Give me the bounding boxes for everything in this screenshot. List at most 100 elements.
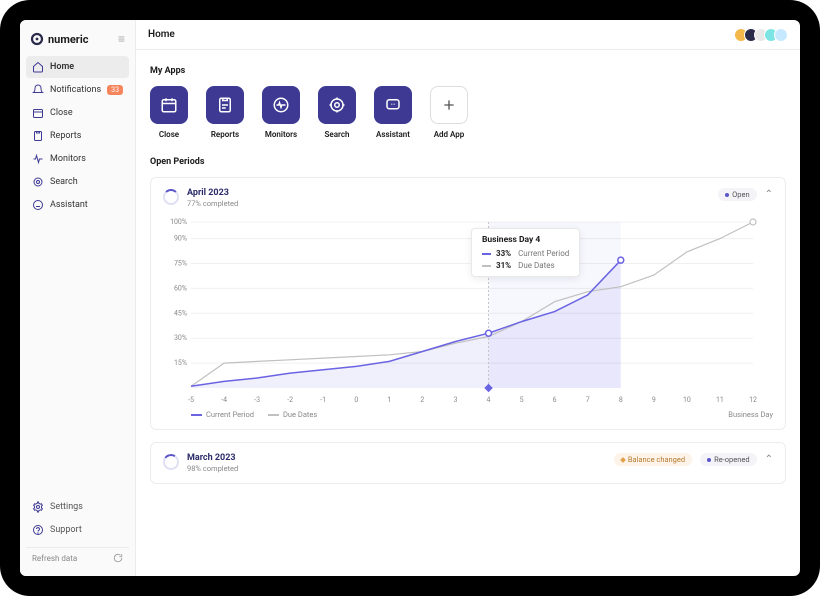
svg-text:90%: 90%	[174, 235, 187, 243]
clipboard-icon	[32, 130, 44, 142]
help-icon	[32, 524, 44, 536]
sidebar-item-label: Notifications	[50, 85, 101, 95]
pulse-icon	[262, 86, 300, 124]
nav-primary: Home Notifications 33 Close Reports	[26, 56, 129, 216]
status-pill-balance-changed: Balance changed	[614, 453, 692, 466]
cog-icon	[32, 501, 44, 513]
logo-mark	[30, 32, 44, 46]
app-label: Monitors	[265, 130, 297, 139]
sidebar-item-settings[interactable]: Settings	[26, 496, 129, 518]
tablet-frame: numeric ≡ Home Notifications 33 Close	[0, 0, 820, 596]
expand-icon[interactable]: ⌃	[765, 454, 773, 465]
svg-text:12: 12	[749, 396, 757, 404]
svg-text:7: 7	[586, 396, 590, 404]
period-title: March 2023	[187, 453, 238, 463]
app-monitors[interactable]: Monitors	[262, 86, 300, 139]
sidebar-item-label: Settings	[50, 502, 83, 512]
sidebar-item-search[interactable]: Search	[26, 171, 129, 193]
app-add[interactable]: Add App	[430, 86, 468, 139]
chart-legend: Current Period Due Dates Business Day	[163, 410, 773, 419]
chat-icon	[374, 86, 412, 124]
target-icon	[318, 86, 356, 124]
app-label: Reports	[211, 130, 239, 139]
svg-text:75%: 75%	[174, 260, 187, 268]
app-assistant[interactable]: Assistant	[374, 86, 412, 139]
sidebar-item-label: Monitors	[50, 154, 86, 164]
svg-text:30%: 30%	[174, 334, 187, 342]
chart[interactable]: 15%30%45%60%75%90%100% -5-4-3-2-10123456…	[163, 216, 773, 406]
period-header[interactable]: April 2023 77% completed Open ⌃	[163, 188, 773, 208]
screen: numeric ≡ Home Notifications 33 Close	[20, 20, 800, 576]
content-scroll[interactable]: My Apps Close Reports Monitors	[136, 50, 800, 576]
progress-ring-icon	[163, 189, 179, 205]
sidebar-item-home[interactable]: Home	[26, 56, 129, 78]
app-close[interactable]: Close	[150, 86, 188, 139]
svg-text:100%: 100%	[170, 218, 187, 226]
svg-text:0: 0	[354, 396, 358, 404]
calendar-icon	[32, 107, 44, 119]
refresh-icon	[113, 553, 123, 563]
chat-icon	[32, 199, 44, 211]
sidebar: numeric ≡ Home Notifications 33 Close	[20, 20, 136, 576]
bell-icon	[32, 84, 44, 96]
app-label: Add App	[434, 130, 465, 139]
sidebar-item-close[interactable]: Close	[26, 102, 129, 124]
svg-text:-3: -3	[254, 396, 260, 404]
nav-secondary: Settings Support	[26, 496, 129, 541]
app-label: Assistant	[376, 130, 410, 139]
period-subtitle: 77% completed	[187, 199, 238, 208]
svg-text:8: 8	[619, 396, 623, 404]
apps-row: Close Reports Monitors Search	[150, 86, 786, 139]
sidebar-item-label: Close	[50, 108, 73, 118]
app-label: Close	[159, 130, 179, 139]
pulse-icon	[32, 153, 44, 165]
target-icon	[32, 176, 44, 188]
svg-text:-2: -2	[287, 396, 293, 404]
sidebar-item-support[interactable]: Support	[26, 519, 129, 541]
refresh-label: Refresh data	[32, 554, 77, 563]
status-pill-open: Open	[718, 188, 757, 201]
svg-text:4: 4	[487, 396, 491, 404]
sidebar-item-reports[interactable]: Reports	[26, 125, 129, 147]
avatar[interactable]	[774, 28, 788, 42]
refresh-data-button[interactable]: Refresh data	[26, 547, 129, 568]
legend-due: Due Dates	[268, 410, 317, 419]
sidebar-item-label: Support	[50, 525, 82, 535]
period-subtitle: 98% completed	[187, 464, 238, 473]
svg-text:-1: -1	[320, 396, 326, 404]
sidebar-item-notifications[interactable]: Notifications 33	[26, 79, 129, 101]
period-header[interactable]: March 2023 98% completed Balance changed…	[163, 453, 773, 473]
svg-text:6: 6	[553, 396, 557, 404]
topbar: Home	[136, 20, 800, 50]
notifications-badge: 33	[107, 85, 123, 95]
sidebar-item-assistant[interactable]: Assistant	[26, 194, 129, 216]
status-pill-reopened: Re-opened	[700, 453, 757, 466]
sidebar-item-label: Home	[50, 62, 74, 72]
sidebar-item-monitors[interactable]: Monitors	[26, 148, 129, 170]
sidebar-item-label: Reports	[50, 131, 81, 141]
svg-text:-5: -5	[188, 396, 194, 404]
collapse-icon[interactable]: ⌃	[765, 189, 773, 200]
chart-tooltip: Business Day 4 33% Current Period 31% Du…	[471, 228, 580, 277]
svg-text:1: 1	[387, 396, 391, 404]
period-card-april: April 2023 77% completed Open ⌃ 15%30%45…	[150, 177, 786, 430]
tooltip-title: Business Day 4	[482, 235, 569, 245]
x-axis-label: Business Day	[728, 410, 773, 419]
app-search[interactable]: Search	[318, 86, 356, 139]
svg-text:3: 3	[454, 396, 458, 404]
svg-text:11: 11	[716, 396, 724, 404]
svg-text:2: 2	[420, 396, 424, 404]
period-card-march: March 2023 98% completed Balance changed…	[150, 442, 786, 484]
section-title-open-periods: Open Periods	[150, 157, 786, 167]
svg-text:5: 5	[520, 396, 524, 404]
plus-icon	[430, 86, 468, 124]
collaborator-avatars[interactable]	[738, 28, 788, 42]
svg-text:45%: 45%	[174, 309, 187, 317]
main: Home My Apps Close	[136, 20, 800, 576]
app-label: Search	[325, 130, 350, 139]
period-title: April 2023	[187, 188, 238, 198]
progress-ring-icon	[162, 453, 181, 472]
app-reports[interactable]: Reports	[206, 86, 244, 139]
home-icon	[32, 61, 44, 73]
collapse-sidebar-icon[interactable]: ≡	[118, 32, 125, 46]
